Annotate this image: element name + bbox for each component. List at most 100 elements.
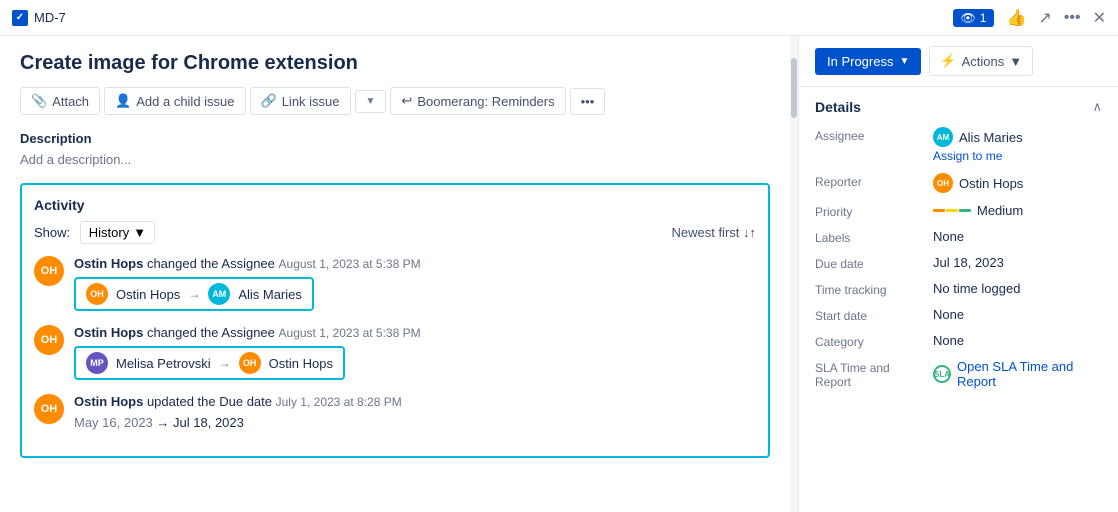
detail-row-sla: SLA Time and Report SLA Open SLA Time an…	[815, 359, 1102, 389]
reporter-label: Reporter	[815, 173, 925, 189]
page-title: Create image for Chrome extension	[20, 52, 770, 75]
start-date-label: Start date	[815, 307, 925, 323]
more-button[interactable]: •••	[1064, 9, 1081, 27]
activity-title: Activity	[34, 197, 756, 213]
to-avatar: OH	[239, 352, 261, 374]
description-input[interactable]: Add a description...	[20, 152, 770, 167]
details-header: Details ∧	[815, 99, 1102, 115]
sla-label: SLA Time and Report	[815, 359, 925, 389]
reporter-value: OH Ostin Hops	[933, 173, 1102, 193]
reporter-avatar: OH	[933, 173, 953, 193]
show-label: Show:	[34, 225, 70, 240]
breadcrumb: ✓ MD-7	[12, 10, 66, 26]
link-issue-button[interactable]: 🔗 Link issue	[250, 87, 351, 115]
arrow-right-icon: →	[156, 415, 173, 430]
assignee-change-box: MP Melisa Petrovski → OH Ostin Hops	[74, 346, 345, 380]
attach-button[interactable]: 📎 Attach	[20, 87, 100, 115]
activity-entry: OH Ostin Hops updated the Due date July …	[34, 394, 756, 430]
more-toolbar-button[interactable]: •••	[570, 88, 606, 115]
history-dropdown[interactable]: History ▼	[80, 221, 155, 244]
sort-button[interactable]: Newest first ↓↑	[671, 225, 756, 240]
top-bar: ✓ MD-7 👁 1 👍 ↗ ••• ✕	[0, 0, 1118, 36]
date-change: May 16, 2023 → Jul 18, 2023	[74, 415, 756, 430]
close-button[interactable]: ✕	[1093, 8, 1106, 28]
link-icon: 🔗	[261, 93, 277, 109]
detail-row-time-tracking: Time tracking No time logged	[815, 281, 1102, 297]
arrow-right-icon: →	[188, 287, 200, 301]
activity-section: Activity Show: History ▼ Newest first ↓↑…	[20, 183, 770, 458]
detail-row-reporter: Reporter OH Ostin Hops	[815, 173, 1102, 193]
share-button[interactable]: ↗	[1038, 8, 1051, 28]
lightning-icon: ⚡	[940, 53, 956, 69]
priority-label: Priority	[815, 203, 925, 219]
priority-value: Medium	[933, 203, 1102, 218]
assignee-value: AM Alis Maries	[933, 127, 1102, 147]
right-panel: In Progress ▼ ⚡ Actions ▼ Details ∧ Assi…	[798, 36, 1118, 512]
show-filter: Show: History ▼	[34, 221, 155, 244]
to-avatar: AM	[208, 283, 230, 305]
status-label: In Progress	[827, 54, 893, 69]
assignee-change-box: OH Ostin Hops → AM Alis Maries	[74, 277, 314, 311]
assign-me-link[interactable]: Assign to me	[933, 149, 1102, 163]
status-button[interactable]: In Progress ▼	[815, 48, 921, 75]
category-label: Category	[815, 333, 925, 349]
start-date-value: None	[933, 307, 1102, 322]
avatar: OH	[34, 325, 64, 355]
detail-row-category: Category None	[815, 333, 1102, 349]
avatar: OH	[34, 394, 64, 424]
sla-icon: SLA	[933, 365, 951, 383]
detail-row-assignee: Assignee AM Alis Maries Assign to me	[815, 127, 1102, 163]
scrollbar-thumb[interactable]	[791, 58, 797, 118]
details-section: Details ∧ Assignee AM Alis Maries Assign…	[799, 87, 1118, 411]
labels-label: Labels	[815, 229, 925, 245]
due-date-value: Jul 18, 2023	[933, 255, 1102, 270]
entry-content: Ostin Hops updated the Due date July 1, …	[74, 394, 756, 430]
arrow-right-icon: →	[219, 356, 231, 370]
detail-row-labels: Labels None	[815, 229, 1102, 245]
description-section: Description Add a description...	[20, 131, 770, 167]
paperclip-icon: 📎	[31, 93, 47, 109]
dropdown-arrow-button[interactable]: ▼	[355, 90, 387, 113]
assignee-label: Assignee	[815, 127, 925, 143]
category-value: None	[933, 333, 1102, 348]
description-title: Description	[20, 131, 770, 146]
chevron-down-icon: ▼	[899, 56, 909, 67]
avatar: OH	[34, 256, 64, 286]
details-title: Details	[815, 99, 861, 115]
add-child-issue-button[interactable]: 👤 Add a child issue	[104, 87, 245, 115]
entry-content: Ostin Hops changed the Assignee August 1…	[74, 325, 756, 380]
issue-id: MD-7	[34, 10, 66, 25]
chevron-down-icon: ▼	[1009, 54, 1022, 69]
entry-header: Ostin Hops changed the Assignee August 1…	[74, 325, 756, 340]
activity-entry: OH Ostin Hops changed the Assignee Augus…	[34, 325, 756, 380]
boomerang-icon: ↩	[401, 93, 412, 109]
boomerang-button[interactable]: ↩ Boomerang: Reminders	[390, 87, 565, 115]
sla-value[interactable]: SLA Open SLA Time and Report	[933, 359, 1102, 389]
actions-button[interactable]: ⚡ Actions ▼	[929, 46, 1033, 76]
time-tracking-value: No time logged	[933, 281, 1102, 296]
watch-button[interactable]: 👁 1	[953, 9, 995, 27]
chevron-down-icon: ▼	[133, 225, 146, 240]
like-button[interactable]: 👍	[1006, 8, 1026, 28]
left-panel: Create image for Chrome extension 📎 Atta…	[0, 36, 790, 512]
scrollbar[interactable]	[790, 36, 798, 512]
activity-controls: Show: History ▼ Newest first ↓↑	[34, 221, 756, 244]
detail-row-start-date: Start date None	[815, 307, 1102, 323]
priority-icon	[933, 209, 971, 212]
entry-header: Ostin Hops updated the Due date July 1, …	[74, 394, 756, 409]
collapse-icon[interactable]: ∧	[1092, 99, 1102, 115]
entry-content: Ostin Hops changed the Assignee August 1…	[74, 256, 756, 311]
labels-value: None	[933, 229, 1102, 244]
toolbar: 📎 Attach 👤 Add a child issue 🔗 Link issu…	[20, 87, 770, 115]
entry-header: Ostin Hops changed the Assignee August 1…	[74, 256, 756, 271]
from-avatar: OH	[86, 283, 108, 305]
activity-entry: OH Ostin Hops changed the Assignee Augus…	[34, 256, 756, 311]
history-label: History	[89, 225, 129, 240]
top-bar-actions: 👁 1 👍 ↗ ••• ✕	[953, 8, 1106, 28]
assignee-avatar: AM	[933, 127, 953, 147]
due-date-label: Due date	[815, 255, 925, 271]
time-tracking-label: Time tracking	[815, 281, 925, 297]
right-header: In Progress ▼ ⚡ Actions ▼	[799, 36, 1118, 87]
detail-row-priority: Priority Medium	[815, 203, 1102, 219]
chevron-down-icon: ▼	[366, 96, 376, 107]
